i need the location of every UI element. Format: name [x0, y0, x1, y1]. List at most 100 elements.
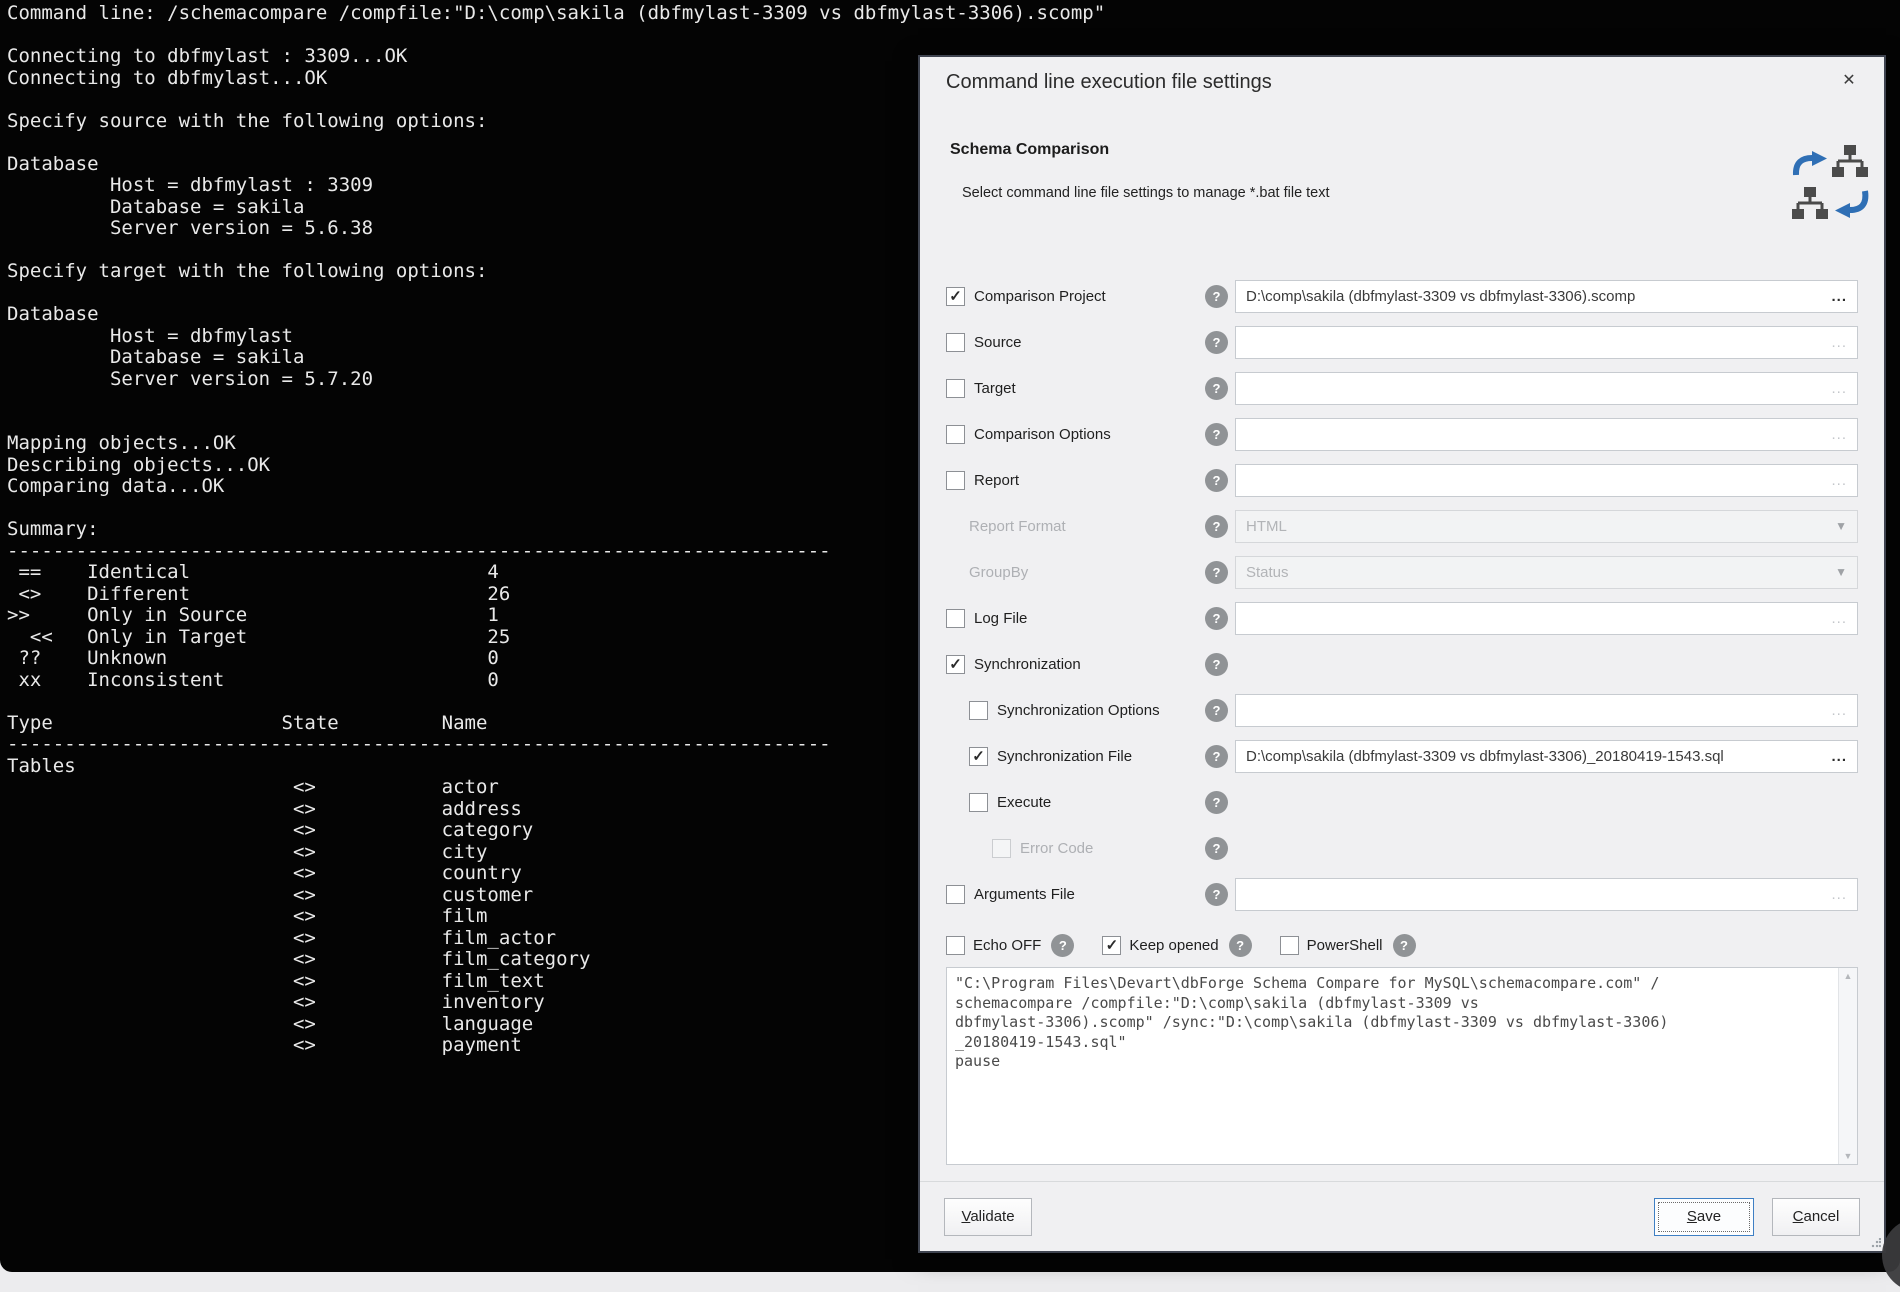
label-error-code: Error Code — [1020, 840, 1093, 857]
field-area-comparison-project: D:\comp\sakila (dbfmylast-3309 vs dbfmyl… — [1235, 280, 1858, 313]
close-icon[interactable]: ✕ — [1834, 65, 1864, 95]
input-comparison-project[interactable]: D:\comp\sakila (dbfmylast-3309 vs dbfmyl… — [1235, 280, 1858, 313]
label-group-log-file: Log File — [946, 609, 1205, 628]
field-area-synchronization-file: D:\comp\sakila (dbfmylast-3309 vs dbfmyl… — [1235, 740, 1858, 773]
label-echo-off: Echo OFF — [973, 937, 1041, 954]
help-icon-powershell[interactable]: ? — [1393, 934, 1416, 957]
browse-button-target[interactable]: ... — [1823, 380, 1847, 397]
checkbox-powershell[interactable] — [1280, 936, 1299, 955]
select-groupby[interactable]: Status▼ — [1235, 556, 1858, 589]
validate-button[interactable]: Validate — [944, 1198, 1032, 1236]
field-area-log-file: ... — [1235, 602, 1858, 635]
input-report[interactable]: ... — [1235, 464, 1858, 497]
input-synchronization-file[interactable]: D:\comp\sakila (dbfmylast-3309 vs dbfmyl… — [1235, 740, 1858, 773]
label-source: Source — [974, 334, 1022, 351]
checkbox-synchronization-file[interactable]: ✓ — [969, 747, 988, 766]
checkbox-keep-opened[interactable]: ✓ — [1102, 936, 1121, 955]
checkbox-log-file[interactable] — [946, 609, 965, 628]
flag-echo-off: Echo OFF? — [946, 934, 1074, 957]
resize-grip-icon[interactable] — [1871, 1238, 1881, 1248]
help-icon-synchronization-file[interactable]: ? — [1205, 745, 1228, 768]
field-area-report: ... — [1235, 464, 1858, 497]
cancel-button[interactable]: Cancel — [1772, 1198, 1860, 1236]
help-icon-error-code[interactable]: ? — [1205, 837, 1228, 860]
select-report-format[interactable]: HTML▼ — [1235, 510, 1858, 543]
browse-button-report[interactable]: ... — [1823, 472, 1847, 489]
label-group-report: Report — [946, 471, 1205, 490]
label-target: Target — [974, 380, 1016, 397]
label-execute: Execute — [997, 794, 1051, 811]
input-log-file[interactable]: ... — [1235, 602, 1858, 635]
checkbox-echo-off[interactable] — [946, 936, 965, 955]
checkbox-comparison-project[interactable]: ✓ — [946, 287, 965, 306]
scroll-down-icon[interactable]: ▼ — [1844, 1151, 1853, 1161]
form-row-log-file: Log File?... — [946, 595, 1858, 641]
checkbox-source[interactable] — [946, 333, 965, 352]
input-arguments-file[interactable]: ... — [1235, 878, 1858, 911]
browse-button-synchronization-file[interactable]: ... — [1823, 748, 1847, 765]
help-icon-comparison-options[interactable]: ? — [1205, 423, 1228, 446]
settings-form: ✓ Comparison Project? D:\comp\sakila (dbfm… — [946, 273, 1858, 917]
browse-button-log-file[interactable]: ... — [1823, 610, 1847, 627]
label-synchronization-file: Synchronization File — [997, 748, 1132, 765]
input-target[interactable]: ... — [1235, 372, 1858, 405]
checkbox-synchronization[interactable]: ✓ — [946, 655, 965, 674]
help-icon-log-file[interactable]: ? — [1205, 607, 1228, 630]
checkbox-synchronization-options[interactable] — [969, 701, 988, 720]
input-synchronization-options[interactable]: ... — [1235, 694, 1858, 727]
dialog-footer: Validate Save Cancel — [920, 1181, 1884, 1251]
checkbox-target[interactable] — [946, 379, 965, 398]
help-icon-report[interactable]: ? — [1205, 469, 1228, 492]
help-icon-report-format[interactable]: ? — [1205, 515, 1228, 538]
input-comparison-options[interactable]: ... — [1235, 418, 1858, 451]
form-row-execute: Execute? — [946, 779, 1858, 825]
form-row-comparison-options: Comparison Options?... — [946, 411, 1858, 457]
help-icon-comparison-project[interactable]: ? — [1205, 285, 1228, 308]
batch-text: "C:\Program Files\Devart\dbForge Schema … — [947, 968, 1838, 1164]
label-comparison-options: Comparison Options — [974, 426, 1111, 443]
field-area-groupby: Status▼ — [1235, 556, 1858, 589]
label-group-synchronization-options: Synchronization Options — [946, 701, 1205, 720]
browse-button-source[interactable]: ... — [1823, 334, 1847, 351]
form-row-report: Report?... — [946, 457, 1858, 503]
help-icon-echo-off[interactable]: ? — [1051, 934, 1074, 957]
save-button[interactable]: Save — [1654, 1198, 1754, 1236]
label-synchronization: Synchronization — [974, 656, 1081, 673]
field-area-target: ... — [1235, 372, 1858, 405]
checkbox-execute[interactable] — [969, 793, 988, 812]
help-icon-keep-opened[interactable]: ? — [1229, 934, 1252, 957]
batch-text-area[interactable]: "C:\Program Files\Devart\dbForge Schema … — [946, 967, 1858, 1165]
checkbox-report[interactable] — [946, 471, 965, 490]
label-log-file: Log File — [974, 610, 1027, 627]
dropdown-arrow-icon[interactable]: ▼ — [1835, 565, 1847, 579]
label-report: Report — [974, 472, 1019, 489]
dropdown-arrow-icon[interactable]: ▼ — [1835, 519, 1847, 533]
form-row-synchronization-file: ✓ Synchronization File? D:\comp\sakila (db… — [946, 733, 1858, 779]
help-icon-groupby[interactable]: ? — [1205, 561, 1228, 584]
checkbox-arguments-file[interactable] — [946, 885, 965, 904]
browse-button-comparison-options[interactable]: ... — [1823, 426, 1847, 443]
field-area-synchronization-options: ... — [1235, 694, 1858, 727]
help-icon-synchronization[interactable]: ? — [1205, 653, 1228, 676]
checkbox-error-code[interactable] — [992, 839, 1011, 858]
browse-button-synchronization-options[interactable]: ... — [1823, 702, 1847, 719]
help-icon-arguments-file[interactable]: ? — [1205, 883, 1228, 906]
help-icon-synchronization-options[interactable]: ? — [1205, 699, 1228, 722]
form-row-source: Source?... — [946, 319, 1858, 365]
field-area-report-format: HTML▼ — [1235, 510, 1858, 543]
field-area-comparison-options: ... — [1235, 418, 1858, 451]
browse-button-arguments-file[interactable]: ... — [1823, 886, 1847, 903]
label-arguments-file: Arguments File — [974, 886, 1075, 903]
browse-button-comparison-project[interactable]: ... — [1823, 288, 1847, 305]
input-source[interactable]: ... — [1235, 326, 1858, 359]
label-comparison-project: Comparison Project — [974, 288, 1106, 305]
label-group-comparison-options: Comparison Options — [946, 425, 1205, 444]
label-group-execute: Execute — [946, 793, 1205, 812]
batch-scrollbar[interactable]: ▲ ▼ — [1838, 968, 1857, 1164]
help-icon-target[interactable]: ? — [1205, 377, 1228, 400]
checkbox-comparison-options[interactable] — [946, 425, 965, 444]
scroll-up-icon[interactable]: ▲ — [1844, 971, 1853, 981]
help-icon-execute[interactable]: ? — [1205, 791, 1228, 814]
help-icon-source[interactable]: ? — [1205, 331, 1228, 354]
flags-row: Echo OFF?✓Keep opened?PowerShell? — [946, 925, 1416, 965]
